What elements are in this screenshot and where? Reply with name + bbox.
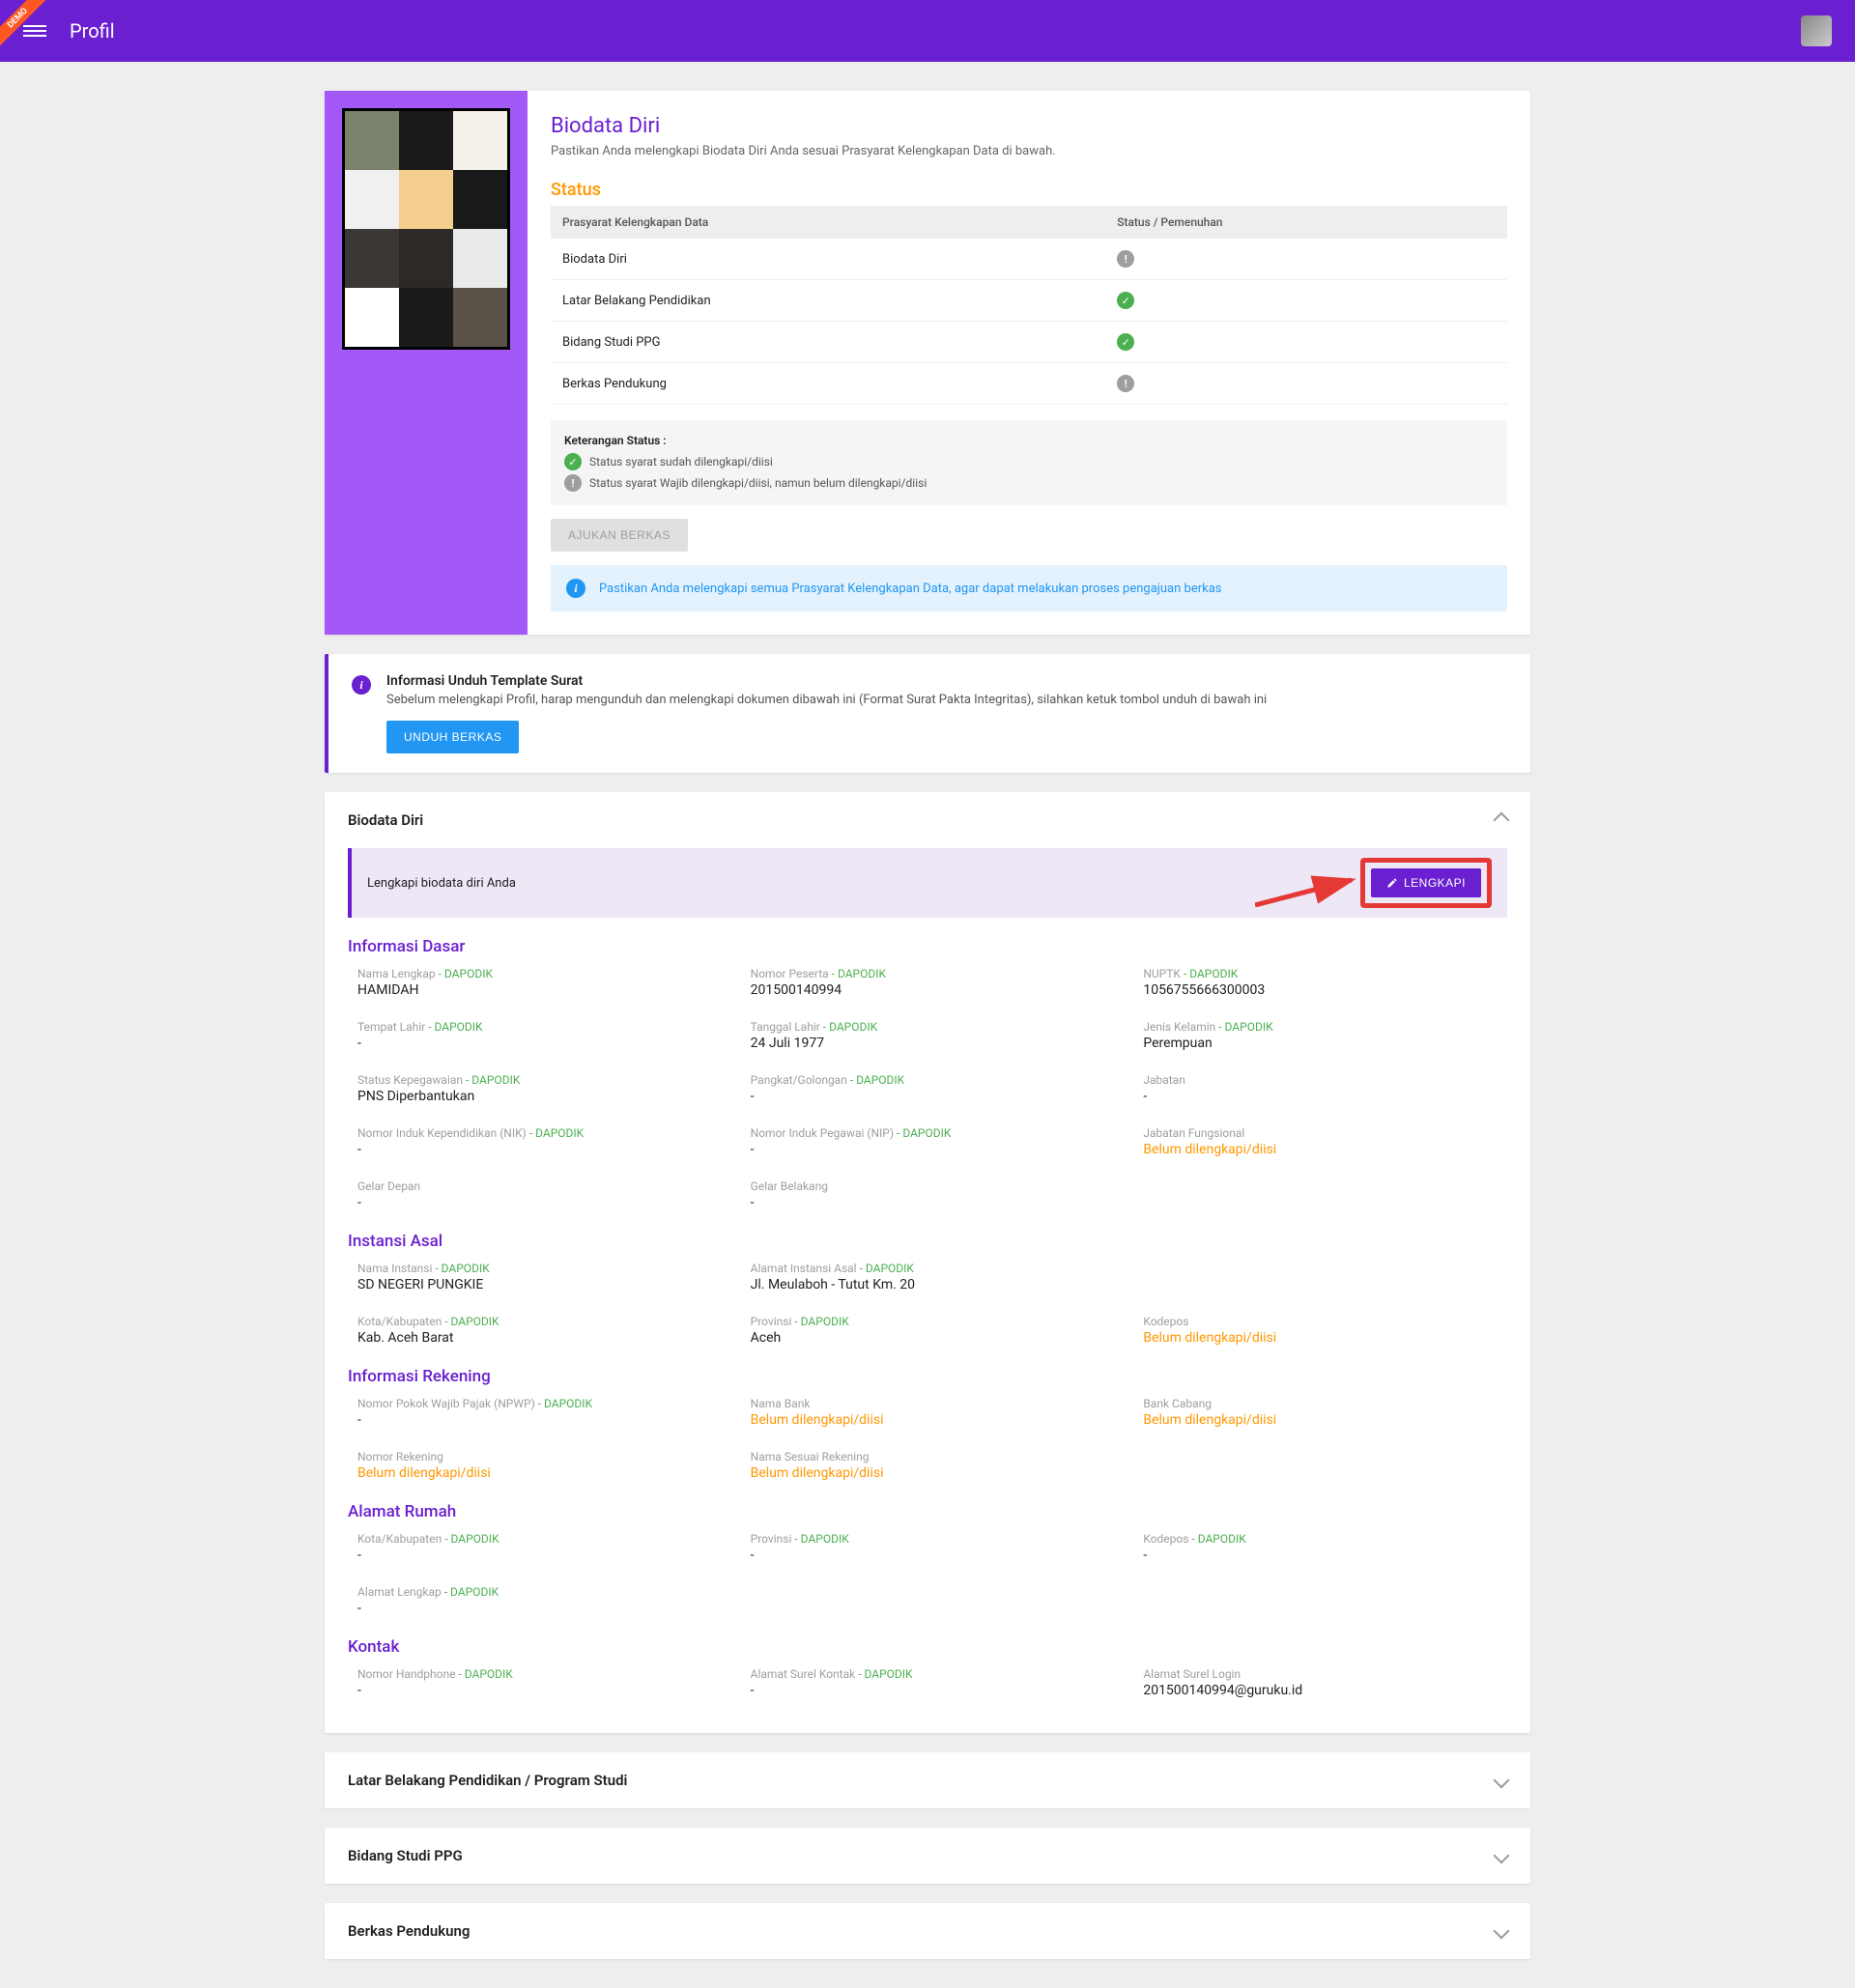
table-row: Bidang Studi PPG✓ [551, 322, 1507, 363]
pending-icon: ! [1117, 375, 1134, 392]
biodata-subtitle: Pastikan Anda melengkapi Biodata Diri An… [551, 144, 1507, 158]
panel-header-berkas[interactable]: Berkas Pendukung [325, 1903, 1530, 1959]
chevron-down-icon [1494, 1773, 1510, 1789]
chevron-down-icon [1494, 1923, 1510, 1940]
table-row: Biodata Diri! [551, 239, 1507, 280]
panel-header-latar[interactable]: Latar Belakang Pendidikan / Program Stud… [325, 1752, 1530, 1808]
status-col2: Status / Pemenuhan [1105, 206, 1507, 239]
lengkapi-bar: Lengkapi biodata diri Anda LENGKAPI [348, 848, 1507, 918]
template-desc: Sebelum melengkapi Profil, harap mengund… [386, 693, 1267, 707]
pending-icon: ! [564, 474, 582, 492]
section-instansi-asal: Instansi Asal [348, 1232, 1507, 1251]
unduh-berkas-button[interactable]: UNDUH BERKAS [386, 721, 519, 753]
template-title: Informasi Unduh Template Surat [386, 673, 1267, 689]
berkas-panel: Berkas Pendukung [325, 1903, 1530, 1959]
biodata-panel: Biodata Diri Lengkapi biodata diri Anda … [325, 792, 1530, 1733]
demo-ribbon [0, 0, 58, 58]
info-icon: i [352, 675, 371, 695]
info-icon: i [566, 579, 585, 598]
ajukan-berkas-button: AJUKAN BERKAS [551, 519, 688, 552]
status-col1: Prasyarat Kelengkapan Data [551, 206, 1105, 239]
section-kontak: Kontak [348, 1637, 1507, 1657]
keterangan-title: Keterangan Status : [564, 434, 1494, 447]
table-row: Berkas Pendukung! [551, 363, 1507, 405]
chevron-down-icon [1494, 1848, 1510, 1864]
check-icon: ✓ [1117, 333, 1134, 351]
arrow-annotation [1255, 859, 1361, 907]
info-banner: i Pastikan Anda melengkapi semua Prasyar… [551, 565, 1507, 611]
table-row: Latar Belakang Pendidikan✓ [551, 280, 1507, 322]
photo-panel [325, 91, 528, 635]
section-informasi-dasar: Informasi Dasar [348, 937, 1507, 956]
avatar[interactable] [1801, 15, 1832, 46]
highlight-annotation: LENGKAPI [1360, 858, 1492, 908]
keterangan-box: Keterangan Status : ✓Status syarat sudah… [551, 420, 1507, 505]
profile-photo [342, 108, 510, 350]
biodata-header-card: Biodata Diri Pastikan Anda melengkapi Bi… [325, 91, 1530, 635]
lengkapi-button[interactable]: LENGKAPI [1371, 868, 1481, 897]
panel-header-biodata[interactable]: Biodata Diri [325, 792, 1530, 848]
check-icon: ✓ [564, 453, 582, 470]
panel-header-bidang[interactable]: Bidang Studi PPG [325, 1828, 1530, 1884]
section-alamat-rumah: Alamat Rumah [348, 1502, 1507, 1521]
check-icon: ✓ [1117, 292, 1134, 309]
bidang-panel: Bidang Studi PPG [325, 1828, 1530, 1884]
biodata-title: Biodata Diri [551, 114, 1507, 138]
latar-panel: Latar Belakang Pendidikan / Program Stud… [325, 1752, 1530, 1808]
status-table: Prasyarat Kelengkapan Data Status / Peme… [551, 206, 1507, 405]
pending-icon: ! [1117, 250, 1134, 268]
status-title: Status [551, 180, 1507, 200]
pencil-icon [1386, 877, 1398, 889]
page-title: Profil [70, 19, 115, 43]
template-card: i Informasi Unduh Template Surat Sebelum… [325, 654, 1530, 773]
topbar: Profil [0, 0, 1855, 62]
chevron-up-icon [1494, 812, 1510, 829]
section-informasi-rekening: Informasi Rekening [348, 1367, 1507, 1386]
